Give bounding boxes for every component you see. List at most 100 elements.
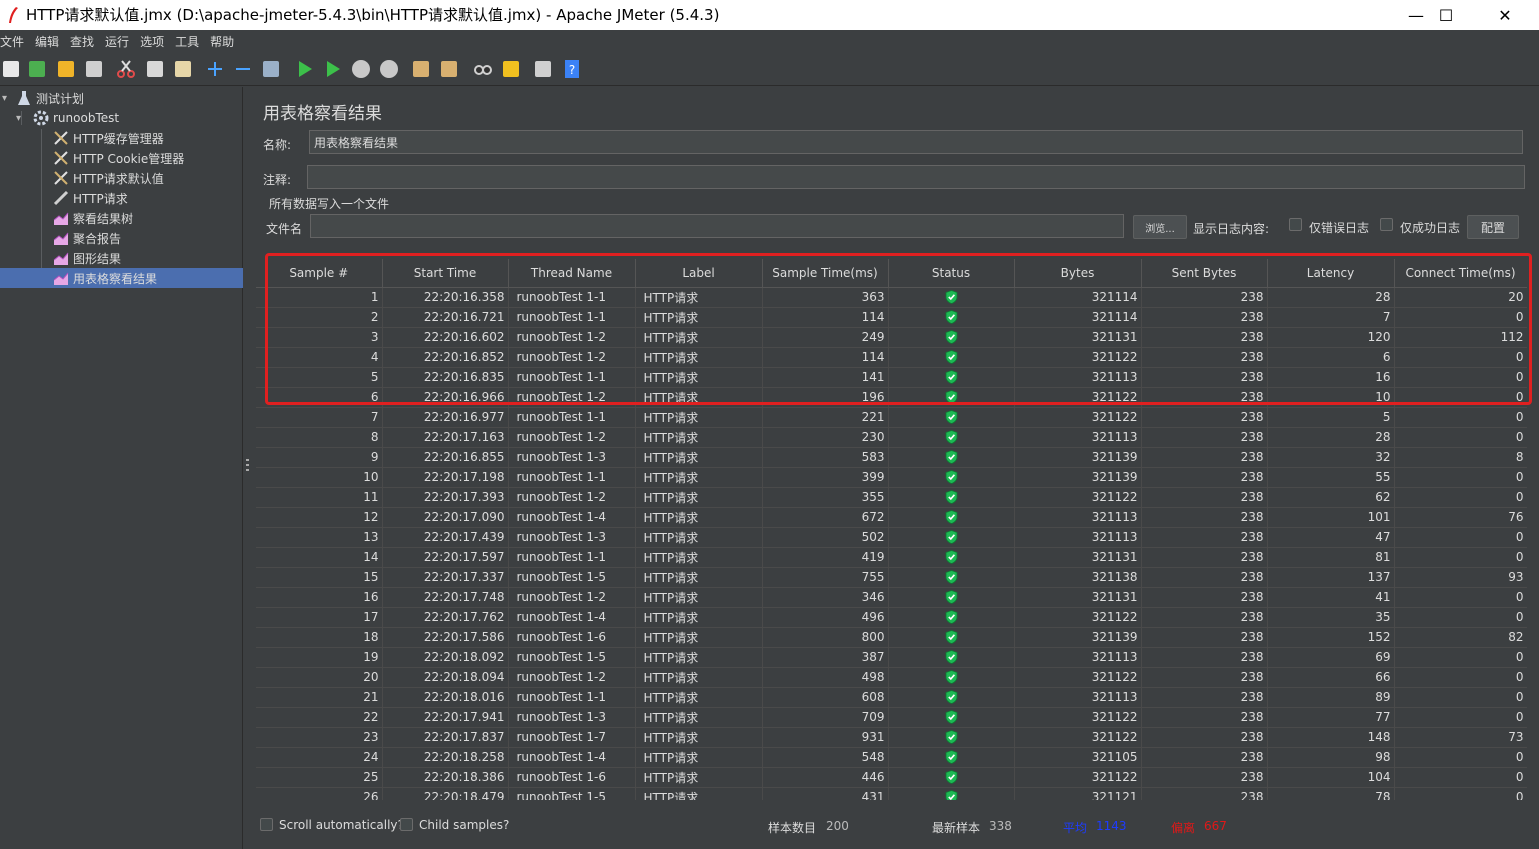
tree-item[interactable]: 用表格察看结果 <box>0 268 243 288</box>
table-row[interactable]: 17 22:20:17.762 runoobTest 1-4 HTTP请求 496 321… <box>256 607 1527 628</box>
table-row[interactable]: 7 22:20:16.977 runoobTest 1-1 HTTP请求 221 3211… <box>256 407 1527 428</box>
clear-all-icon[interactable] <box>438 58 460 80</box>
open-icon[interactable] <box>55 58 77 80</box>
table-row[interactable]: 12 22:20:17.090 runoobTest 1-4 HTTP请求 672 321… <box>256 507 1527 528</box>
stop-icon[interactable] <box>350 58 372 80</box>
table-cell: 35 <box>1267 607 1395 628</box>
column-header[interactable]: Start Time <box>382 259 509 288</box>
table-row[interactable]: 19 22:20:18.092 runoobTest 1-5 HTTP请求 387 321… <box>256 647 1527 668</box>
comment-field[interactable] <box>307 165 1525 189</box>
column-header[interactable]: Connect Time(ms) <box>1394 259 1527 288</box>
table-row[interactable]: 25 22:20:18.386 runoobTest 1-6 HTTP请求 446 321… <box>256 767 1527 788</box>
column-header[interactable]: Bytes <box>1014 259 1142 288</box>
results-table[interactable]: Sample # Start Time Thread Name Label Sample… <box>256 259 1527 800</box>
table-cell: 0 <box>1394 347 1527 368</box>
column-header[interactable]: Label <box>635 259 763 288</box>
save-icon[interactable] <box>83 58 105 80</box>
table-row[interactable]: 21 22:20:18.016 runoobTest 1-1 HTTP请求 608 321… <box>256 687 1527 708</box>
menu-help[interactable]: 帮助 <box>210 33 234 50</box>
table-row[interactable]: 20 22:20:18.094 runoobTest 1-2 HTTP请求 498 321… <box>256 667 1527 688</box>
table-row[interactable]: 24 22:20:18.258 runoobTest 1-4 HTTP请求 548 321… <box>256 747 1527 768</box>
start-no-pause-icon[interactable] <box>322 58 344 80</box>
maximize-button[interactable]: ☐ <box>1417 0 1475 30</box>
table-row[interactable]: 16 22:20:17.748 runoobTest 1-2 HTTP请求 346 321… <box>256 587 1527 608</box>
tree-expand-toggle-icon[interactable]: ▾ <box>16 113 21 124</box>
menu-tools[interactable]: 工具 <box>175 33 199 50</box>
errors-only-checkbox[interactable] <box>1289 218 1302 231</box>
reset-search-icon[interactable] <box>500 58 522 80</box>
help-icon[interactable]: ? <box>562 58 584 80</box>
templates-icon[interactable] <box>26 58 48 80</box>
close-button[interactable]: ✕ <box>1476 0 1534 30</box>
column-header[interactable]: Thread Name <box>508 259 636 288</box>
table-cell: 47 <box>1267 527 1395 548</box>
column-header[interactable]: Sent Bytes <box>1141 259 1268 288</box>
collapse-icon[interactable] <box>232 58 254 80</box>
copy-icon[interactable] <box>144 58 166 80</box>
function-helper-icon[interactable] <box>532 58 554 80</box>
tree-item[interactable]: ▾ runoobTest <box>0 108 243 128</box>
table-row[interactable]: 18 22:20:17.586 runoobTest 1-6 HTTP请求 800 321… <box>256 627 1527 648</box>
table-cell: 89 <box>1267 687 1395 708</box>
table-row[interactable]: 4 22:20:16.852 runoobTest 1-2 HTTP请求 114 3211… <box>256 347 1527 368</box>
table-cell: 114 <box>762 347 889 368</box>
table-row[interactable]: 9 22:20:16.855 runoobTest 1-3 HTTP请求 583 3211… <box>256 447 1527 468</box>
search-icon[interactable] <box>472 58 494 80</box>
tree-item[interactable]: 图形结果 <box>0 248 243 268</box>
table-row[interactable]: 5 22:20:16.835 runoobTest 1-1 HTTP请求 141 3211… <box>256 367 1527 388</box>
menu-options[interactable]: 选项 <box>140 33 164 50</box>
browse-button[interactable]: 浏览... <box>1133 215 1187 239</box>
table-row[interactable]: 6 22:20:16.966 runoobTest 1-2 HTTP请求 196 3211… <box>256 387 1527 408</box>
column-header[interactable]: Sample Time(ms) <box>762 259 889 288</box>
table-row[interactable]: 15 22:20:17.337 runoobTest 1-5 HTTP请求 755 321… <box>256 567 1527 588</box>
tree-expand-toggle-icon[interactable]: ▾ <box>2 93 7 104</box>
table-row[interactable]: 26 22:20:18.479 runoobTest 1-5 HTTP请求 431 321… <box>256 787 1527 800</box>
table-cell: 321105 <box>1014 747 1142 768</box>
tree-item[interactable]: HTTP Cookie管理器 <box>0 148 243 168</box>
table-row[interactable]: 13 22:20:17.439 runoobTest 1-3 HTTP请求 502 321… <box>256 527 1527 548</box>
menu-file[interactable]: 文件 <box>0 33 24 50</box>
column-header[interactable]: Status <box>888 259 1015 288</box>
expand-icon[interactable] <box>204 58 226 80</box>
column-header[interactable]: Sample # <box>256 259 383 288</box>
success-shield-icon <box>945 350 957 365</box>
paste-icon[interactable] <box>172 58 194 80</box>
table-row[interactable]: 2 22:20:16.721 runoobTest 1-1 HTTP请求 114 3211… <box>256 307 1527 328</box>
tree-item[interactable]: 聚合报告 <box>0 228 243 248</box>
scroll-automatically-checkbox[interactable] <box>260 818 273 831</box>
table-row[interactable]: 11 22:20:17.393 runoobTest 1-2 HTTP请求 355 321… <box>256 487 1527 508</box>
new-icon[interactable] <box>0 58 22 80</box>
table-row[interactable]: 14 22:20:17.597 runoobTest 1-1 HTTP请求 419 321… <box>256 547 1527 568</box>
table-cell: 104 <box>1267 767 1395 788</box>
table-row[interactable]: 1 22:20:16.358 runoobTest 1-1 HTTP请求 363 3211… <box>256 287 1527 308</box>
start-icon[interactable] <box>294 58 316 80</box>
table-row[interactable]: 22 22:20:17.941 runoobTest 1-3 HTTP请求 709 321… <box>256 707 1527 728</box>
tree-item[interactable]: ▾ 测试计划 <box>0 88 243 108</box>
table-cell: 22:20:17.748 <box>382 587 509 608</box>
success-only-checkbox[interactable] <box>1380 218 1393 231</box>
table-cell: 19 <box>256 647 383 668</box>
cut-icon[interactable] <box>115 58 137 80</box>
table-row[interactable]: 3 22:20:16.602 runoobTest 1-2 HTTP请求 249 3211… <box>256 327 1527 348</box>
filename-field[interactable] <box>310 214 1124 238</box>
shutdown-icon[interactable] <box>378 58 400 80</box>
table-row[interactable]: 10 22:20:17.198 runoobTest 1-1 HTTP请求 399 321… <box>256 467 1527 488</box>
clear-icon[interactable] <box>410 58 432 80</box>
tree-item[interactable]: HTTP缓存管理器 <box>0 128 243 148</box>
table-row[interactable]: 23 22:20:17.837 runoobTest 1-7 HTTP请求 931 321… <box>256 727 1527 748</box>
panel-splitter[interactable] <box>243 87 253 849</box>
tree-item[interactable]: HTTP请求默认值 <box>0 168 243 188</box>
tree-item[interactable]: 察看结果树 <box>0 208 243 228</box>
menu-run[interactable]: 运行 <box>105 33 129 50</box>
name-field[interactable] <box>309 130 1523 154</box>
table-cell: 321113 <box>1014 687 1142 708</box>
success-shield-icon <box>945 390 957 405</box>
column-header[interactable]: Latency <box>1267 259 1395 288</box>
child-samples-checkbox[interactable] <box>400 818 413 831</box>
configure-button[interactable]: 配置 <box>1467 215 1519 239</box>
tree-item[interactable]: HTTP请求 <box>0 188 243 208</box>
toggle-icon[interactable] <box>260 58 282 80</box>
table-row[interactable]: 8 22:20:17.163 runoobTest 1-2 HTTP请求 230 3211… <box>256 427 1527 448</box>
menu-edit[interactable]: 编辑 <box>35 33 59 50</box>
menu-search[interactable]: 查找 <box>70 33 94 50</box>
